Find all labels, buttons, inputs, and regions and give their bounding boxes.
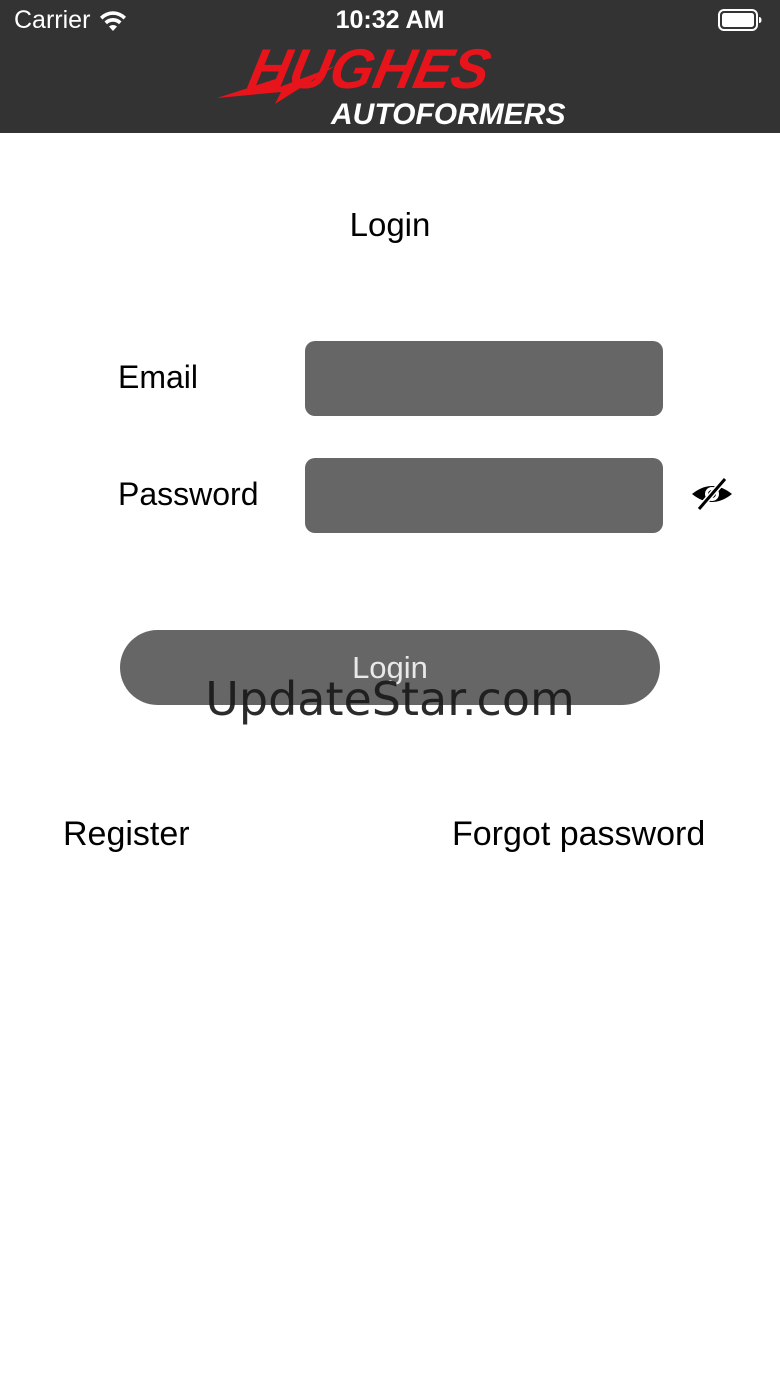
- email-field[interactable]: [305, 341, 663, 416]
- page-title: Login: [349, 206, 431, 243]
- logo-subtitle: AUTOFORMERS: [330, 98, 565, 130]
- register-link[interactable]: Register: [63, 815, 190, 854]
- watermark: UpdateStar.com: [205, 672, 575, 726]
- battery-full-icon: [718, 9, 762, 31]
- status-time: 10:32 AM: [335, 6, 445, 34]
- password-label: Password: [118, 476, 259, 512]
- logo-wordmark: HUGHES: [244, 46, 497, 100]
- email-label: Email: [118, 359, 199, 395]
- forgot-password-link[interactable]: Forgot password: [452, 815, 705, 854]
- eye-slash-icon[interactable]: [690, 476, 734, 512]
- app-header: Carrier 10:32 AM HUGHES AUTOFORMERS: [0, 0, 780, 133]
- hughes-autoformers-logo: HUGHES AUTOFORMERS: [217, 46, 565, 130]
- password-field[interactable]: [305, 458, 663, 533]
